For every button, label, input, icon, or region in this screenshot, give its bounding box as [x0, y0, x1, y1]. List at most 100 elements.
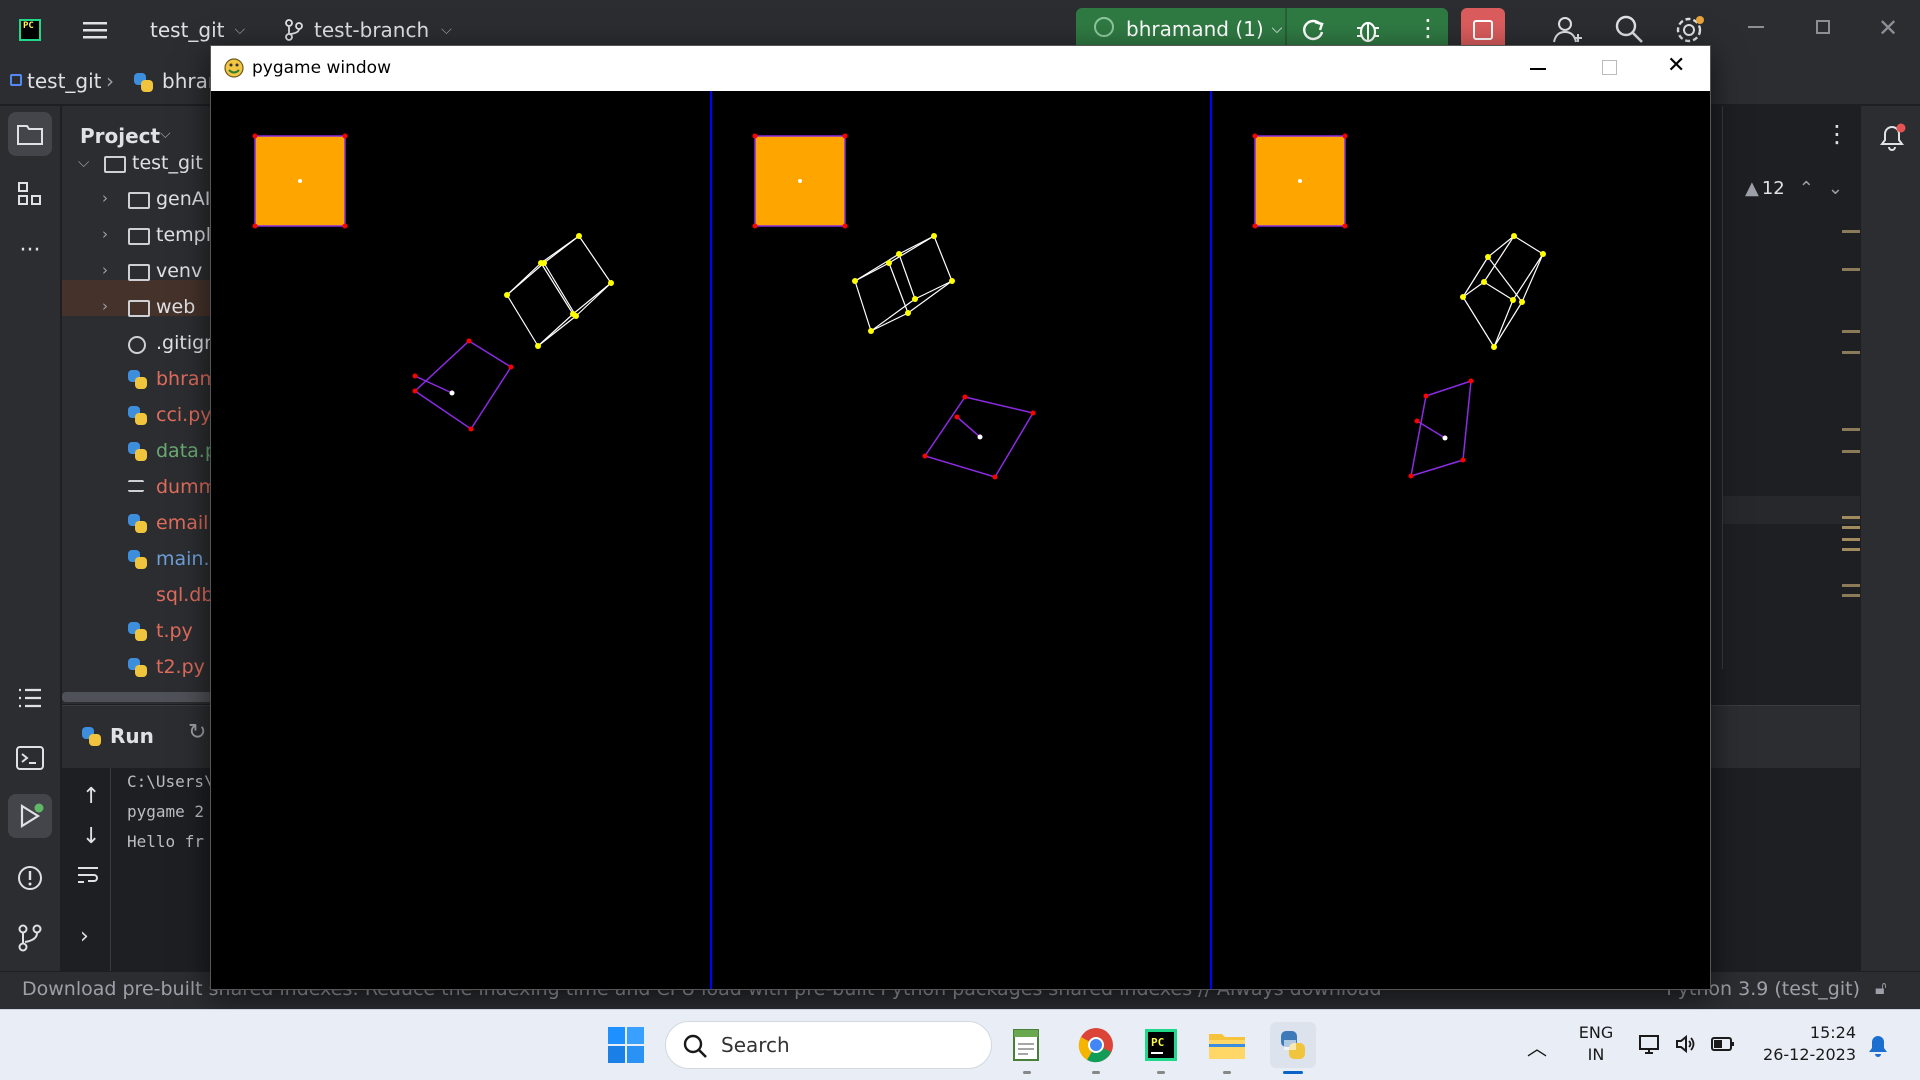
warning-marker[interactable] — [1842, 428, 1860, 431]
taskbar-app-notepad[interactable] — [1004, 1022, 1050, 1074]
notification-center-button[interactable] — [1866, 1032, 1890, 1062]
todo-tool-button[interactable] — [8, 676, 52, 720]
warning-marker[interactable] — [1842, 526, 1860, 529]
tree-item[interactable]: sql.db — [62, 578, 212, 614]
main-menu-button[interactable] — [82, 14, 108, 46]
tree-item[interactable]: › venv — [62, 254, 212, 290]
wireframe-vertex — [1491, 344, 1497, 350]
wireframe-vertex — [868, 328, 874, 334]
taskbar-app-chrome[interactable] — [1073, 1022, 1119, 1074]
chevron-down-icon[interactable]: ⌵ — [78, 153, 89, 171]
previous-highlight-icon[interactable]: ⌃ — [1799, 178, 1814, 199]
tree-item[interactable]: main.py — [62, 542, 212, 578]
warning-marker[interactable] — [1842, 538, 1860, 541]
run-tab-title[interactable]: Run — [110, 724, 154, 748]
breadcrumb-root[interactable]: test_git — [27, 69, 102, 93]
run-tool-button[interactable] — [8, 794, 52, 838]
tree-item[interactable]: › web — [62, 290, 212, 326]
more-actions-button[interactable]: ⋮ — [1416, 14, 1440, 42]
warning-marker[interactable] — [1842, 330, 1860, 333]
search-everywhere-button[interactable] — [1614, 14, 1644, 48]
tree-item[interactable]: data.py — [62, 434, 212, 470]
chevron-right-icon[interactable]: › — [102, 297, 108, 315]
minimize-icon[interactable] — [1530, 68, 1546, 70]
tree-item-label: .gitignore — [156, 332, 212, 354]
notifications-button[interactable] — [1877, 122, 1907, 156]
chevron-down-icon[interactable]: ⌵ — [160, 126, 171, 142]
clock[interactable]: 15:24 26-12-2023 — [1740, 1022, 1856, 1066]
language-indicator[interactable]: ENG IN — [1574, 1022, 1618, 1066]
square-vertex — [252, 133, 258, 139]
close-icon[interactable]: ✕ — [1878, 14, 1898, 42]
git-tool-button[interactable] — [8, 916, 52, 960]
warning-marker[interactable] — [1842, 548, 1860, 551]
python-file-icon — [128, 406, 148, 426]
soft-wrap-button[interactable] — [76, 864, 100, 890]
warning-marker[interactable] — [1842, 351, 1860, 354]
tree-item[interactable]: › templates — [62, 218, 212, 254]
warning-marker[interactable] — [1842, 516, 1860, 519]
chevron-up-icon[interactable]: ︿ — [1527, 1032, 1547, 1061]
warning-marker[interactable] — [1842, 230, 1860, 233]
tree-item[interactable]: t2.py — [62, 650, 212, 686]
structure-tool-button[interactable] — [8, 172, 52, 216]
next-highlight-icon[interactable]: ⌄ — [1828, 178, 1843, 199]
warning-marker[interactable] — [1842, 594, 1860, 597]
more-tools-button[interactable]: ··· — [8, 228, 52, 272]
pygame-canvas[interactable] — [211, 91, 1710, 989]
chevron-right-icon[interactable]: › — [80, 924, 89, 949]
wireframe-vertex — [1511, 233, 1517, 239]
system-tray[interactable] — [1638, 1032, 1736, 1056]
pycharm-logo-icon[interactable]: PC — [19, 19, 41, 41]
lock-icon[interactable]: 🔓︎ — [1875, 978, 1887, 999]
project-tool-button[interactable] — [8, 112, 52, 156]
search-icon — [1615, 15, 1643, 43]
add-user-icon — [1553, 17, 1582, 43]
taskbar-app-file-explorer[interactable] — [1204, 1022, 1250, 1074]
start-button[interactable] — [608, 1027, 644, 1063]
gutter-divider — [1722, 106, 1723, 669]
tree-item[interactable]: email.py — [62, 506, 212, 542]
close-icon[interactable]: ✕ — [1667, 53, 1685, 78]
rerun-icon[interactable]: ↻ — [188, 720, 206, 745]
chevron-right-icon[interactable]: › — [102, 189, 108, 207]
chevron-right-icon[interactable]: › — [102, 261, 108, 279]
scroll-up-icon[interactable]: ↑ — [82, 784, 100, 809]
square-vertex — [252, 223, 258, 229]
taskbar-app-pycharm[interactable]: PC — [1138, 1022, 1184, 1074]
warning-marker[interactable] — [1842, 450, 1860, 453]
quad-vertex — [508, 364, 514, 370]
wireframe-vertex — [541, 260, 547, 266]
chevron-right-icon[interactable]: › — [102, 225, 108, 243]
run-config-selector[interactable]: bhramand (1) ⌵ — [1126, 17, 1282, 41]
tree-item[interactable]: ⌵ test_git — [62, 146, 212, 182]
inspection-widget[interactable]: ▲ 12 ⌃ ⌄ — [1745, 178, 1843, 199]
rerun-button[interactable] — [1300, 16, 1328, 44]
problems-tool-button[interactable] — [8, 856, 52, 900]
project-selector[interactable]: test_git ⌵ — [150, 14, 245, 46]
scroll-down-icon[interactable]: ↓ — [82, 824, 100, 849]
horizontal-scrollbar[interactable] — [62, 692, 212, 702]
minimize-icon[interactable] — [1748, 26, 1764, 28]
taskbar-app-python[interactable] — [1270, 1022, 1316, 1074]
tree-item[interactable]: bhramand.py — [62, 362, 212, 398]
tree-item[interactable]: cci.py — [62, 398, 212, 434]
tree-item[interactable]: dummy — [62, 470, 212, 506]
tree-item[interactable]: .gitignore — [62, 326, 212, 362]
restore-icon[interactable] — [1816, 20, 1830, 34]
terminal-tool-button[interactable] — [8, 736, 52, 780]
branch-selector[interactable]: test-branch ⌵ — [284, 14, 452, 46]
tree-item[interactable]: t.py — [62, 614, 212, 650]
warning-icon: ▲ — [1745, 178, 1759, 199]
run-icon — [20, 803, 44, 828]
warning-marker[interactable] — [1842, 584, 1860, 587]
tree-item[interactable]: › genAI — [62, 182, 212, 218]
editor-options-button[interactable]: ⋮ — [1825, 120, 1849, 148]
tree-item-label: data.py — [156, 440, 212, 462]
debug-button[interactable] — [1354, 16, 1382, 44]
taskbar-search[interactable]: Search — [665, 1021, 992, 1069]
bug-icon — [1357, 21, 1379, 43]
windows-taskbar: Search PC ︿ ENG IN 15:24 26-12-2023 — [0, 1009, 1920, 1080]
wireframe-edge — [543, 262, 577, 317]
warning-marker[interactable] — [1842, 268, 1860, 271]
